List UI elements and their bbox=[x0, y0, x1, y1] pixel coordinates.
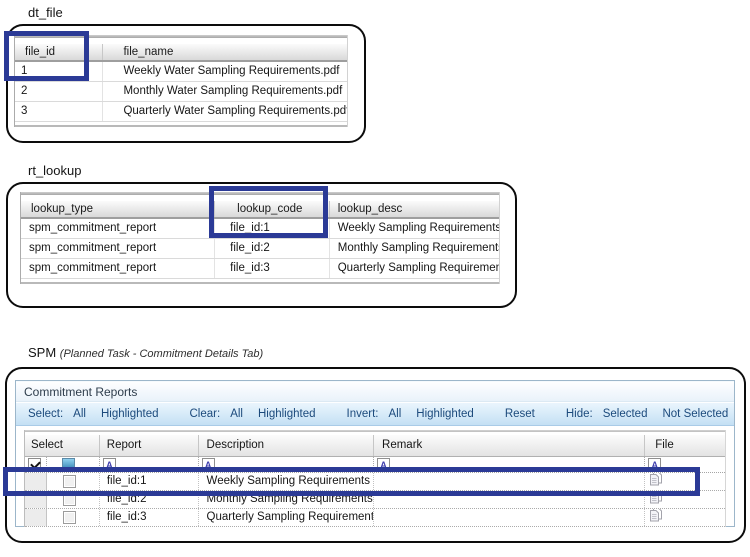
dtfile-table-title: dt_file bbox=[28, 5, 63, 20]
rtlookup-table-title: rt_lookup bbox=[28, 163, 82, 178]
cell-lookup-desc: Weekly Sampling Requirements bbox=[337, 222, 500, 234]
table-row: 3 Quarterly Water Sampling Requirements.p… bbox=[15, 102, 347, 122]
toolbar-action-highlighted[interactable]: Highlighted bbox=[101, 408, 159, 420]
cell-lookup-code: file_id:2 bbox=[215, 239, 330, 258]
table-row: 2 Monthly Water Sampling Requirements.pdf bbox=[15, 82, 347, 102]
toolbar-group-label-invert: Invert: bbox=[346, 408, 379, 420]
screenshot-root: dt_file file_id file_name 1 Weekly Water … bbox=[0, 0, 750, 557]
toolbar-action-all[interactable]: All bbox=[388, 408, 401, 420]
table-row: spm_commitment_report file_id:2 Monthly Sa… bbox=[21, 239, 499, 259]
spm-sublabel: (Planned Task - Commitment Details Tab) bbox=[59, 348, 264, 360]
commitment-report-row: file_id:3 Quarterly Sampling Requirements bbox=[25, 509, 725, 527]
table-row: spm_commitment_report file_id:3 Quarterly … bbox=[21, 259, 499, 279]
cell-lookup-desc: Quarterly Sampling Requirements bbox=[337, 262, 500, 274]
spm-label: SPM bbox=[28, 345, 57, 360]
row-selector-cell[interactable] bbox=[25, 509, 47, 526]
cell-file-id: 3 bbox=[15, 102, 104, 121]
cell-lookup-type: spm_commitment_report bbox=[21, 239, 216, 258]
spm-container-box: Commitment Reports Select: All Highlighted… bbox=[5, 367, 746, 543]
column-header-file[interactable]: File bbox=[645, 435, 725, 456]
toolbar-action-reset[interactable]: Reset bbox=[505, 408, 535, 420]
column-header-select[interactable]: Select bbox=[25, 435, 100, 456]
commitment-reports-panel: Commitment Reports Select: All Highlighted… bbox=[15, 380, 735, 527]
spm-section-title: SPM (Planned Task - Commitment Details T… bbox=[28, 345, 263, 360]
annotation-box-file-id bbox=[4, 31, 89, 81]
toolbar-action-highlighted[interactable]: Highlighted bbox=[416, 408, 474, 420]
cell-report: file_id:3 bbox=[100, 509, 199, 526]
cell-lookup-desc: Monthly Sampling Requirements bbox=[337, 242, 500, 254]
annotation-box-lookup-code bbox=[209, 186, 328, 238]
toolbar-action-highlighted[interactable]: Highlighted bbox=[258, 408, 316, 420]
document-copy-icon bbox=[650, 509, 663, 522]
cell-lookup-code: file_id:3 bbox=[215, 259, 330, 278]
column-header-file-name: file_name bbox=[123, 46, 174, 58]
grid-toolbar: Select: All Highlighted Clear: All Highlighte… bbox=[16, 402, 734, 426]
row-select-checkbox[interactable] bbox=[62, 511, 76, 524]
toolbar-action-all[interactable]: All bbox=[73, 408, 86, 420]
column-header-lookup-type: lookup_type bbox=[21, 201, 216, 217]
cell-description: Quarterly Sampling Requirements bbox=[199, 509, 375, 526]
toolbar-group-label-select: Select: bbox=[28, 408, 64, 420]
toolbar-group-label-clear: Clear: bbox=[189, 408, 221, 420]
panel-title: Commitment Reports bbox=[16, 381, 734, 402]
spm-header-row: Select Report Description Remark File bbox=[25, 435, 725, 457]
file-attachment-icon[interactable] bbox=[649, 509, 663, 526]
toolbar-action-selected[interactable]: Selected bbox=[603, 408, 648, 420]
cell-file-name: Quarterly Water Sampling Requirements.pd… bbox=[123, 105, 347, 117]
annotation-box-report-row bbox=[3, 467, 700, 496]
cell-lookup-type: spm_commitment_report bbox=[21, 219, 216, 238]
toolbar-action-all[interactable]: All bbox=[230, 408, 243, 420]
column-header-description[interactable]: Description bbox=[199, 435, 375, 456]
toolbar-action-not-selected[interactable]: Not Selected bbox=[662, 408, 728, 420]
cell-file bbox=[645, 509, 725, 526]
cell-lookup-type: spm_commitment_report bbox=[21, 259, 216, 278]
toolbar-group-label-hide: Hide: bbox=[565, 408, 593, 420]
grid-bottom-band bbox=[21, 279, 499, 284]
cell-remark bbox=[374, 509, 646, 526]
column-header-lookup-desc: lookup_desc bbox=[337, 203, 403, 215]
cell-select bbox=[47, 509, 100, 526]
cell-file-name: Weekly Water Sampling Requirements.pdf bbox=[123, 65, 340, 77]
cell-file-name: Monthly Water Sampling Requirements.pdf bbox=[123, 85, 343, 97]
cell-file-id: 2 bbox=[15, 82, 104, 101]
column-header-report[interactable]: Report bbox=[100, 435, 199, 456]
column-header-remark[interactable]: Remark bbox=[374, 435, 646, 456]
grid-bottom-band bbox=[15, 122, 347, 127]
